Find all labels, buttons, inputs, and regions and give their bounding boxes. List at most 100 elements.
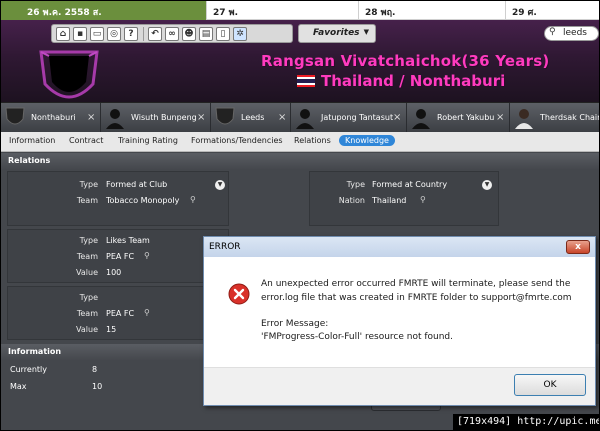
relation-team-value: PEA FC <box>106 252 135 261</box>
binoculars-icon[interactable]: ∞ <box>165 27 179 41</box>
watermark: [719x494] http://upic.me/ <box>453 414 599 430</box>
close-icon[interactable]: × <box>87 112 95 123</box>
search-input[interactable]: ⚲ leeds <box>544 26 599 41</box>
person-tab[interactable]: Nonthaburi × <box>1 103 101 133</box>
phone-icon[interactable]: ▯ <box>216 27 230 41</box>
person-tab[interactable]: Robert Yakubu × <box>407 103 510 133</box>
player-header: ⌂ ▪ ▭ ◎ ? ↶ ∞ ☻ ▤ ▯ ✲ Favorites ▼ ⚲ leed… <box>1 20 599 102</box>
person-tab-label: Nonthaburi <box>31 113 76 122</box>
tab-formations-tendencies[interactable]: Formations/Tendencies <box>191 136 283 145</box>
relation-type-label: Type <box>79 236 98 245</box>
person-tab-label: Leeds <box>241 113 265 122</box>
relation-value: 100 <box>106 268 122 277</box>
relation-type-value[interactable]: Formed at Club <box>106 180 167 189</box>
tab-information[interactable]: Information <box>9 136 55 145</box>
tab-knowledge[interactable]: Knowledge <box>339 135 395 146</box>
relation-panel: Type Formed at Club ▼ Team Tobacco Monop… <box>7 171 229 226</box>
close-icon[interactable]: × <box>393 112 401 123</box>
relation-team-value: Tobacco Monopoly <box>106 196 180 205</box>
close-icon[interactable]: × <box>496 112 504 123</box>
club-crest-icon <box>39 50 99 99</box>
chevron-down-icon[interactable]: ▼ <box>215 180 225 190</box>
avatar-icon <box>412 109 430 129</box>
close-button[interactable]: x <box>566 240 590 254</box>
error-message-label: Error Message: <box>261 319 329 329</box>
relation-type-value[interactable]: Likes Team <box>106 236 150 245</box>
ok-button[interactable]: OK <box>514 374 586 396</box>
info-value-max: 10 <box>92 382 103 391</box>
player-name: Rangsan Vivatchaichok(36 Years) <box>261 52 550 70</box>
calendar-day[interactable]: 27 พ. <box>206 1 358 20</box>
toolbar-divider <box>143 27 144 41</box>
globe-icon[interactable]: ✲ <box>233 27 247 41</box>
error-dialog: ERROR x An unexpected error occurred FMR… <box>203 236 596 406</box>
screen-icon[interactable]: ▭ <box>90 27 104 41</box>
home-icon[interactable]: ⌂ <box>56 27 70 41</box>
search-icon: ⚲ <box>549 27 556 37</box>
relation-value: 15 <box>106 325 117 334</box>
player-location: Thailand / Nonthaburi <box>297 72 505 90</box>
relation-panel: Type Likes Team Team PEA FC ⚲ Value 100 <box>7 229 229 283</box>
person-tab[interactable]: Therdsak Chaim <box>510 103 600 133</box>
shield-icon <box>215 107 235 125</box>
relation-team-label: Team <box>76 196 98 205</box>
relation-team-label: Team <box>76 309 98 318</box>
tab-relations[interactable]: Relations <box>294 136 331 145</box>
search-value: leeds <box>563 28 587 38</box>
search-icon[interactable]: ⚲ <box>190 195 196 204</box>
relation-type-label: Type <box>346 180 365 189</box>
back-icon[interactable]: ↶ <box>148 27 162 41</box>
relation-panel: Type Formed at Country ▼ Nation Thailand… <box>309 171 499 226</box>
tab-contract[interactable]: Contract <box>69 136 103 145</box>
dialog-title-bar[interactable]: ERROR <box>204 237 595 257</box>
relation-team-value: PEA FC <box>106 309 135 318</box>
error-message-line-2: error.log file that was created in FMRTE… <box>261 293 572 303</box>
calendar-strip: 26 พ.ค. 2558 ส. 27 พ. 28 พฤ. 29 ศ. <box>1 1 599 20</box>
person-tab-label: Robert Yakubu <box>437 113 495 122</box>
relation-panel: Type Team PEA FC ⚲ Value 15 <box>7 286 229 340</box>
person-tab[interactable]: Wisuth Bunpeng × <box>101 103 211 133</box>
avatar-icon <box>515 109 533 129</box>
calendar-day[interactable]: 29 ศ. <box>505 1 599 20</box>
close-icon[interactable]: × <box>197 112 205 123</box>
chevron-down-icon: ▼ <box>363 28 369 36</box>
app-window: 26 พ.ค. 2558 ส. 27 พ. 28 พฤ. 29 ศ. ⌂ ▪ ▭… <box>0 0 600 431</box>
person-tab-bar: Nonthaburi × Wisuth Bunpeng × Leeds × Ja… <box>1 102 600 133</box>
search-icon[interactable]: ⚲ <box>144 308 150 317</box>
tab-training-rating[interactable]: Training Rating <box>118 136 178 145</box>
avatar-icon <box>106 109 124 129</box>
search-icon[interactable]: ⚲ <box>420 195 426 204</box>
person-tab[interactable]: Jatupong Tantasut × <box>291 103 407 133</box>
chevron-down-icon[interactable]: ▼ <box>482 180 492 190</box>
info-value-currently: 8 <box>92 365 98 374</box>
relation-nation-label: Nation <box>338 196 365 205</box>
group-icon[interactable]: ☻ <box>182 27 196 41</box>
save-icon[interactable]: ▪ <box>73 27 87 41</box>
error-message-detail: 'FMProgress-Color-Full' resource not fou… <box>261 332 454 342</box>
person-tab[interactable]: Leeds × <box>211 103 291 133</box>
relation-type-label: Type <box>79 293 98 302</box>
relation-value-label: Value <box>76 268 98 277</box>
calendar-day-current[interactable]: 26 พ.ค. 2558 ส. <box>1 1 206 20</box>
close-icon[interactable]: × <box>278 112 286 123</box>
relation-type-value[interactable]: Formed at Country <box>372 180 447 189</box>
calendar-day[interactable]: 28 พฤ. <box>358 1 505 20</box>
search-icon[interactable]: ⚲ <box>144 251 150 260</box>
dialog-title: ERROR <box>209 242 241 252</box>
person-tab-label: Jatupong Tantasut <box>321 113 394 122</box>
person-tab-label: Therdsak Chaim <box>540 113 600 122</box>
favorites-dropdown[interactable]: Favorites ▼ <box>298 24 376 43</box>
dialog-body: An unexpected error occurred FMRTE will … <box>204 257 595 367</box>
error-message-line-1: An unexpected error occurred FMRTE will … <box>261 279 571 289</box>
cd-icon[interactable]: ◎ <box>107 27 121 41</box>
relation-nation-value: Thailand <box>372 196 407 205</box>
info-label-currently: Currently <box>10 365 48 374</box>
info-label-max: Max <box>10 382 27 391</box>
avatar-icon <box>296 109 314 129</box>
shield-icon <box>5 107 25 125</box>
help-icon[interactable]: ? <box>124 27 138 41</box>
relation-value-label: Value <box>76 325 98 334</box>
relation-type-label: Type <box>79 180 98 189</box>
favorites-label: Favorites <box>313 28 360 38</box>
window-icon[interactable]: ▤ <box>199 27 213 41</box>
